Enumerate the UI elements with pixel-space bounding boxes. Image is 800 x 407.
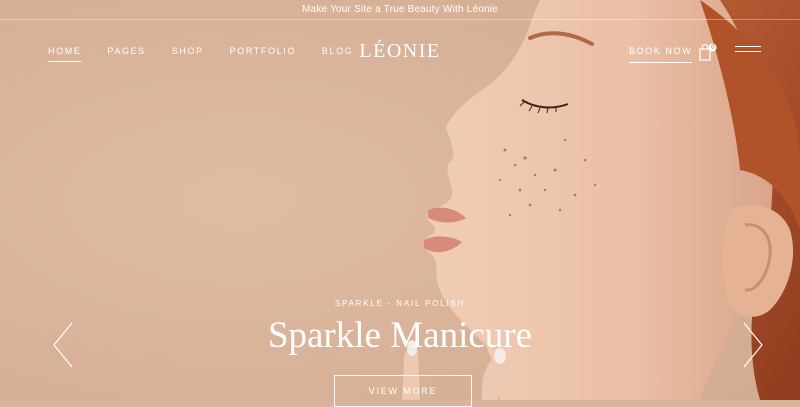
announcement-bar: Make Your Site a True Beauty With Léonie <box>0 0 800 19</box>
cart-count-badge: 0 <box>711 44 715 51</box>
chevron-left-icon <box>53 322 73 368</box>
announcement-text: Make Your Site a True Beauty With Léonie <box>302 4 498 15</box>
cart-button[interactable]: 0 <box>699 43 717 61</box>
slide-eyebrow: Sparkle - Nail Polish <box>334 299 466 308</box>
chevron-right-icon <box>743 322 763 368</box>
slider-prev-button[interactable] <box>52 322 74 368</box>
view-more-button[interactable]: View More <box>334 375 472 407</box>
slider-next-button[interactable] <box>742 322 764 368</box>
hamburger-menu-icon[interactable] <box>735 46 761 58</box>
book-now-button[interactable]: Book Now <box>629 46 693 63</box>
announcement-divider <box>0 19 800 20</box>
slide-title: Sparkle Manicure <box>267 315 533 356</box>
